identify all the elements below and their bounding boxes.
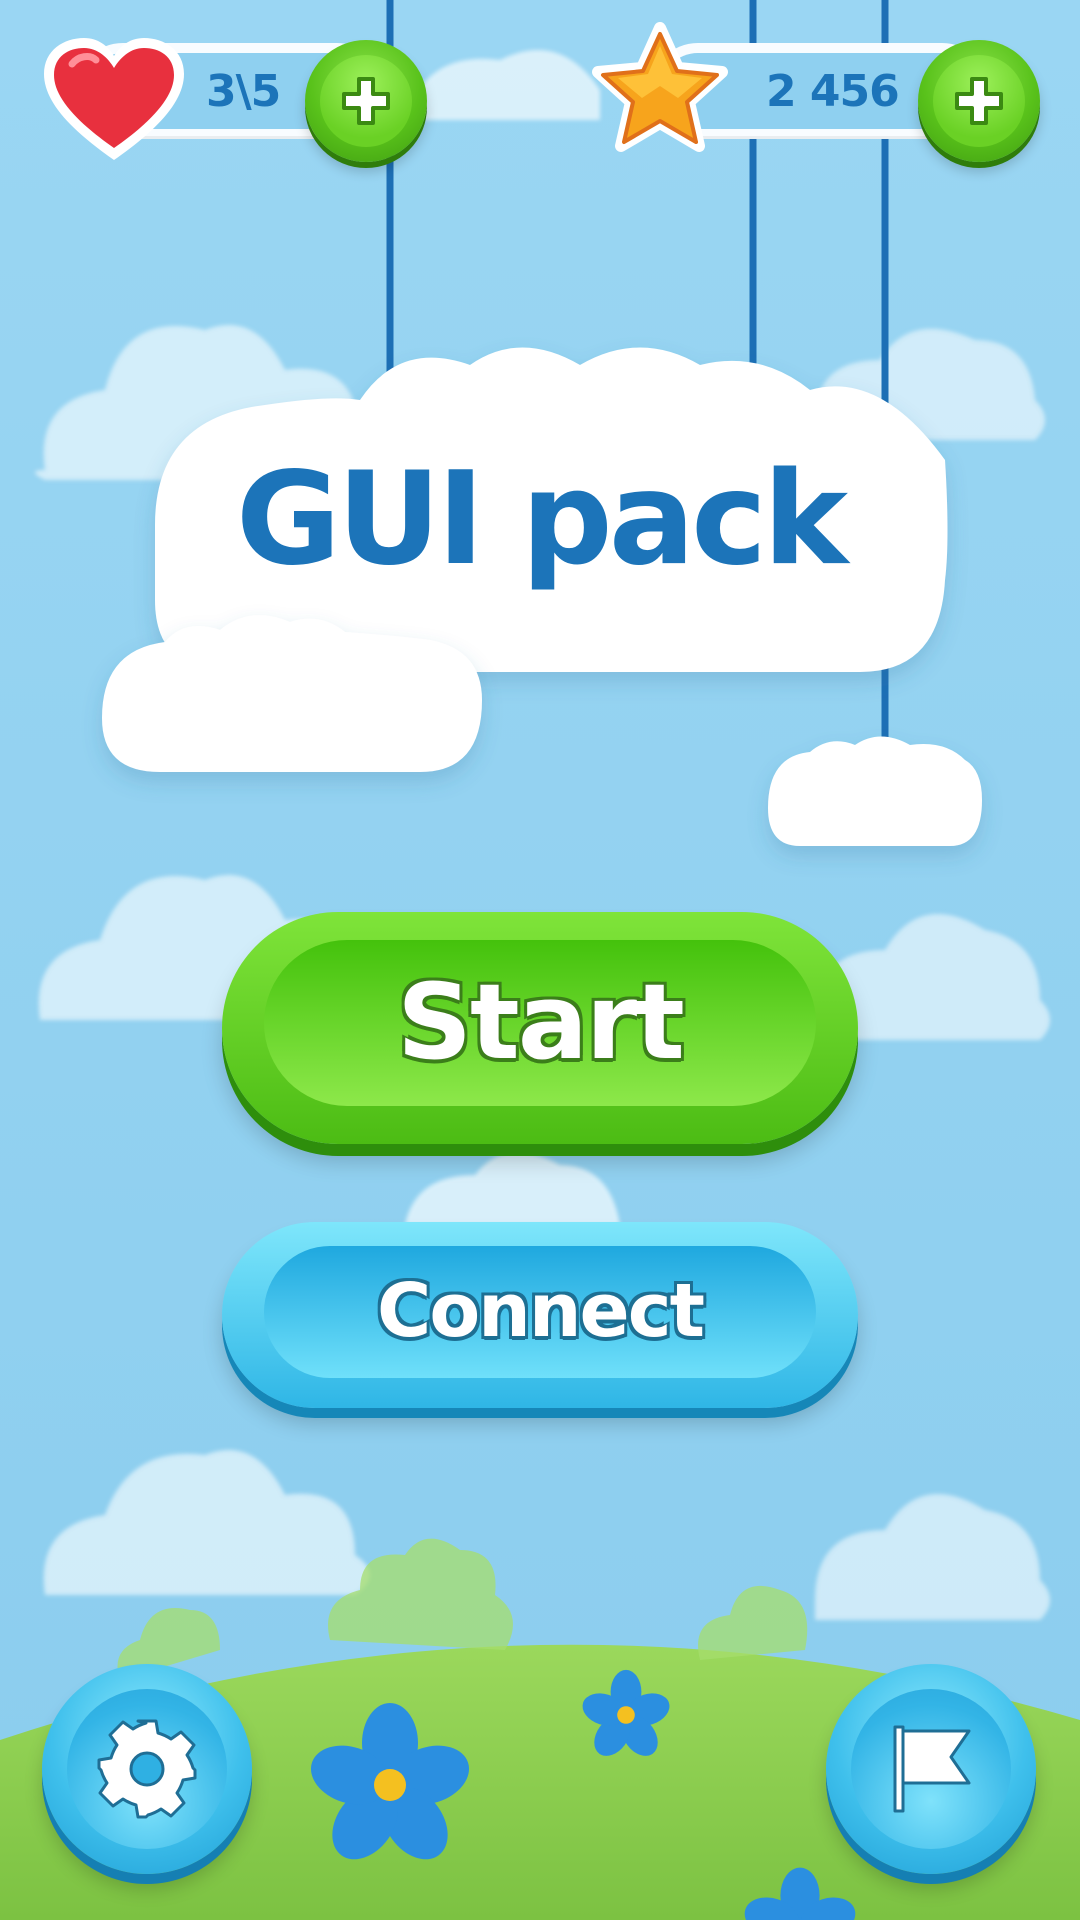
lives-count: 3\5 [206, 66, 281, 117]
heart-icon [44, 38, 184, 160]
flag-icon [893, 1725, 971, 1813]
connect-button[interactable]: Connect [222, 1222, 858, 1408]
stars-count: 2 456 [766, 66, 900, 117]
star-icon [592, 22, 728, 152]
settings-button[interactable] [42, 1664, 252, 1874]
game-title: GUI pack [235, 445, 848, 594]
add-lives-button[interactable] [305, 40, 427, 162]
plus-icon [342, 77, 390, 125]
gear-icon [97, 1719, 197, 1819]
add-stars-button[interactable] [918, 40, 1040, 162]
start-button[interactable]: Start [222, 912, 858, 1144]
game-screen: 3\5 2 456 GUI pack Start Connect [0, 0, 1080, 1920]
connect-button-label: Connect [377, 1268, 705, 1354]
flag-button[interactable] [826, 1664, 1036, 1874]
start-button-label: Start [397, 961, 685, 1083]
plus-icon [955, 77, 1003, 125]
